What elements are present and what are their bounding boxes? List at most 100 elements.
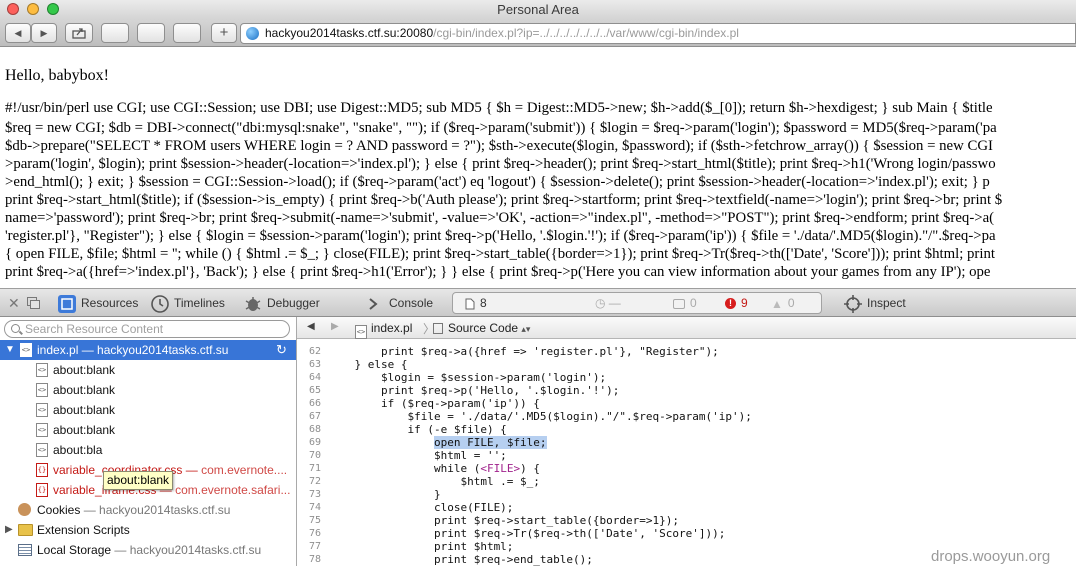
new-tab-button[interactable]: + [211,23,237,43]
source-line: >end_html(); } exit; } $session = CGI::S… [5,174,990,190]
line-number: 64 [308,372,321,383]
code-text: $login = $session->param('login'); [328,371,607,384]
storage-icon [18,544,32,556]
share-button[interactable] [65,23,93,43]
code-text: $file = './data/'.MD5($login)."/".$req->… [328,410,752,423]
file-icon: <> [36,383,48,397]
zoom-window-button[interactable] [47,3,59,15]
url-host: hackyou2014tasks.ctf.su:20080 [265,26,434,40]
tree-root-item[interactable]: ▼ <> index.pl — hackyou2014tasks.ctf.su … [0,340,296,360]
code-text: $html .= $_; [328,475,540,488]
code-text: print $req->a({href => 'register.pl'}, "… [328,345,719,358]
window-title: Personal Area [497,2,579,17]
line-number: 75 [308,515,321,526]
activity-viewer: 8 ◷ — 0 ! 9 ▲ 0 [452,292,822,314]
close-window-button[interactable] [7,3,19,15]
source-line: { open FILE, $file; $html = ''; while ()… [5,246,995,262]
code-text: } else { [328,358,408,371]
code-segment: while ( [328,462,481,475]
timelines-icon [151,295,169,313]
back-button[interactable]: ◀ [5,23,31,43]
web-inspector: ✕ Resources Timelines Debugger Console 8… [0,288,1076,566]
source-line: $db->prepare("SELECT * FROM users WHERE … [5,138,993,154]
tree-item-frame[interactable]: <> about:blank [0,400,296,420]
line-number: 62 [308,346,321,357]
line-number: 76 [308,528,321,539]
reload-icon[interactable]: ↻ [276,340,287,360]
file-icon: <> [36,423,48,437]
close-inspector-icon[interactable]: ✕ [8,289,20,317]
bookmarks-button[interactable] [173,23,201,43]
code-text: while (<FILE>) { [328,462,540,475]
code-text: open FILE, $file; [328,436,547,449]
line-number: 78 [308,554,321,565]
line-number: 73 [308,489,321,500]
line-number: 67 [308,411,321,422]
nav-forward-button[interactable]: ▶ [331,321,339,332]
document-icon [465,298,475,310]
tab-timelines[interactable]: Timelines [151,289,225,317]
warning-icon: ▲ [771,296,783,311]
watermark: drops.wooyun.org [931,548,1051,565]
nav-back-button[interactable]: ◀ [307,321,315,332]
resource-count[interactable]: 8 [465,293,487,313]
file-icon: <> [20,343,32,357]
line-number: 74 [308,502,321,513]
tree-item-frame[interactable]: <> about:blank [0,380,296,400]
warning-count[interactable]: ▲ 0 [771,293,795,314]
tab-resources[interactable]: Resources [58,289,138,317]
forward-button[interactable]: ▶ [31,23,57,43]
source-line: print $req->start_html($title); if ($ses… [5,192,1003,208]
file-icon: <> [36,443,48,457]
address-bar[interactable]: hackyou2014tasks.ctf.su:20080/cgi-bin/in… [240,23,1076,44]
code-text: close(FILE); [328,501,514,514]
console-icon [369,298,378,310]
tree-item-frame[interactable]: <> about:blank [0,420,296,440]
error-count[interactable]: ! 9 [725,293,748,313]
code-token: <FILE> [480,462,521,475]
source-mode-selector[interactable]: Source Code ▴▾ [433,321,530,335]
inspector-toolbar: ✕ Resources Timelines Debugger Console 8… [0,288,1076,317]
top-sites-button[interactable] [137,23,165,43]
log-count[interactable]: 0 [673,293,697,313]
line-number: 72 [308,476,321,487]
tree-item-frame[interactable]: <> about:blank [0,360,296,380]
css-file-icon: {} [36,463,48,477]
tree-item-local-storage[interactable]: Local Storage — hackyou2014tasks.ctf.su [0,540,296,560]
dock-icon[interactable] [27,289,40,317]
resources-icon [58,294,76,313]
tree-item-frame[interactable]: <> about:bla [0,440,296,460]
tab-console[interactable]: Console [368,289,433,317]
title-bar: Personal Area [0,0,1076,20]
line-number: 71 [308,463,321,474]
source-navigation-bar: ◀ ▶ <> index.pl 〉 Source Code ▴▾ [297,317,1076,339]
source-line: 'register.pl'}, "Register"); } else { $l… [5,228,996,244]
crosshair-icon [844,294,862,313]
search-icon [11,324,20,333]
line-number: 66 [308,398,321,409]
source-code-editor[interactable]: 62 print $req->a({href => 'register.pl'}… [297,339,1076,566]
url-path: /cgi-bin/index.pl?ip=../../../../../../.… [433,26,739,40]
line-number: 69 [308,437,321,448]
file-icon: <> [355,325,367,339]
source-line: $req = new CGI; $db = DBI->connect("dbi:… [5,120,997,136]
search-resource-input[interactable]: Search Resource Content [4,320,290,338]
line-number: 68 [308,424,321,435]
tab-debugger[interactable]: Debugger [244,289,320,317]
tree-item-extension-scripts[interactable]: ▶ Extension Scripts [0,520,296,540]
css-file-icon: {} [36,483,48,497]
browser-toolbar: ◀ ▶ + hackyou2014tasks.ctf.su:20080/cgi-… [0,20,1076,47]
code-text: $html = ''; [328,449,507,462]
minimize-window-button[interactable] [27,3,39,15]
code-text: print $req->Tr($req->th(['Date', 'Score'… [328,527,726,540]
cookie-icon [18,503,31,516]
code-text: print $req->p('Hello, '.$login.'!'); [328,384,620,397]
tab-inspect[interactable]: Inspect [844,289,906,317]
line-number: 70 [308,450,321,461]
tree-item-cookies[interactable]: Cookies — hackyou2014tasks.ctf.su [0,500,296,520]
reading-list-button[interactable] [101,23,129,43]
code-text: print $req->end_table(); [328,553,593,566]
source-line: name=>'password'); print $req->br; print… [5,210,995,226]
file-path-crumb[interactable]: <> index.pl [355,321,412,339]
